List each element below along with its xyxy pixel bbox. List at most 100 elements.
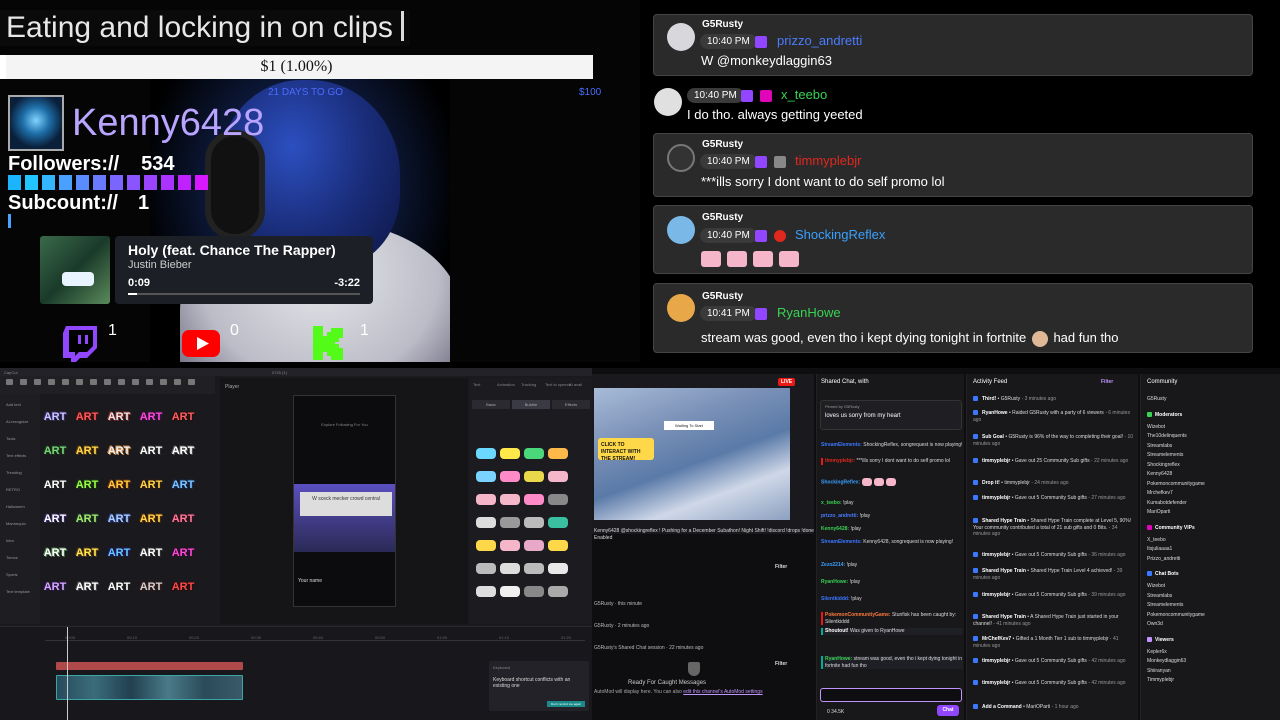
- text-preset-tile[interactable]: ART: [42, 406, 68, 428]
- community-user[interactable]: Own3d: [1147, 621, 1163, 627]
- chat-line-username[interactable]: ShockingReflex:: [821, 479, 860, 485]
- sidebar-item[interactable]: Intro: [6, 538, 14, 543]
- activity-feed-item[interactable]: timmyplebjr • Gave out 5 Community Sub g…: [973, 552, 1133, 559]
- filter-button[interactable]: Filter: [775, 564, 787, 570]
- text-preset-tile[interactable]: ART: [138, 474, 164, 496]
- tool-icon[interactable]: [132, 379, 139, 385]
- text-preset-tile[interactable]: ART: [170, 440, 196, 462]
- text-preset-tile[interactable]: ART: [138, 406, 164, 428]
- sticker-tile[interactable]: [524, 540, 544, 551]
- feed-filter-button[interactable]: Filter: [1101, 379, 1113, 385]
- text-track-clip[interactable]: [56, 662, 243, 670]
- community-user[interactable]: The10delinquents: [1147, 433, 1187, 439]
- community-user[interactable]: Streamlabs: [1147, 593, 1172, 599]
- tool-icon[interactable]: [118, 379, 125, 385]
- sticker-tile[interactable]: [476, 494, 496, 505]
- text-preset-tile[interactable]: ART: [74, 474, 100, 496]
- tool-icon[interactable]: [104, 379, 111, 385]
- tool-icon[interactable]: [188, 379, 195, 385]
- sidebar-item[interactable]: Sports: [6, 572, 18, 577]
- sidebar-item[interactable]: Trending: [6, 470, 22, 475]
- community-section-header[interactable]: Viewers: [1147, 637, 1174, 643]
- community-user[interactable]: MariOparti: [1147, 509, 1170, 515]
- activity-feed-item[interactable]: timmyplebjr • Gave out 5 Community Sub g…: [973, 495, 1133, 502]
- filter-button[interactable]: Filter: [775, 661, 787, 667]
- sticker-tile[interactable]: [476, 563, 496, 574]
- community-user[interactable]: G5Rusty: [1147, 396, 1166, 402]
- tool-icon[interactable]: [160, 379, 167, 385]
- text-preset-tile[interactable]: ART: [106, 576, 132, 598]
- text-preset-tile[interactable]: ART: [138, 576, 164, 598]
- tool-icon[interactable]: [62, 379, 69, 385]
- sidebar-item[interactable]: RETRO: [6, 487, 20, 492]
- sidebar-item[interactable]: Add text: [6, 402, 21, 407]
- sticker-tile[interactable]: [500, 540, 520, 551]
- panel-subtab[interactable]: Basic: [472, 400, 510, 409]
- sticker-tile[interactable]: [500, 448, 520, 459]
- chat-line-username[interactable]: timmyplebjr:: [825, 458, 855, 464]
- activity-feed-item[interactable]: Third! • G5Rusty · 3 minutes ago: [973, 396, 1133, 403]
- sticker-tile[interactable]: [548, 494, 568, 505]
- chat-line-username[interactable]: PokemonCommunityGame:: [825, 612, 891, 618]
- sticker-tile[interactable]: [476, 471, 496, 482]
- tool-icon[interactable]: [76, 379, 83, 385]
- sticker-tile[interactable]: [548, 517, 568, 528]
- tool-icon[interactable]: [20, 379, 27, 385]
- sticker-tile[interactable]: [548, 563, 568, 574]
- sticker-tile[interactable]: [500, 494, 520, 505]
- panel-tab[interactable]: Text to speech: [545, 382, 571, 387]
- dont-remind-button[interactable]: Don't remind me again: [547, 701, 585, 707]
- community-user[interactable]: Wizebot: [1147, 583, 1165, 589]
- chat-line-username[interactable]: RyanHowe:: [821, 579, 848, 585]
- activity-feed-item[interactable]: Shared Hype Train • A Shared Hype Train …: [973, 614, 1133, 627]
- activity-feed-item[interactable]: timmyplebjr • Gave out 5 Community Sub g…: [973, 592, 1133, 599]
- text-preset-tile[interactable]: ART: [42, 508, 68, 530]
- sticker-tile[interactable]: [524, 586, 544, 597]
- chat-input[interactable]: [820, 688, 962, 702]
- sticker-tile[interactable]: [500, 471, 520, 482]
- text-preset-tile[interactable]: ART: [138, 542, 164, 564]
- sticker-tile[interactable]: [548, 471, 568, 482]
- sticker-tile[interactable]: [548, 448, 568, 459]
- text-preset-tile[interactable]: ART: [106, 474, 132, 496]
- community-section-header[interactable]: Community VIPs: [1147, 525, 1195, 531]
- tool-icon[interactable]: [48, 379, 55, 385]
- community-user[interactable]: Shiiranyan: [1147, 668, 1171, 674]
- panel-tab[interactable]: AI avail: [569, 382, 582, 387]
- sticker-tile[interactable]: [500, 517, 520, 528]
- activity-feed-item[interactable]: Shared Hype Train • Shared Hype Train co…: [973, 518, 1133, 538]
- text-preset-tile[interactable]: ART: [170, 474, 196, 496]
- chat-line-username[interactable]: RyanHowe:: [825, 656, 852, 662]
- panel-subtab[interactable]: Bubble: [512, 400, 550, 409]
- text-preset-tile[interactable]: ART: [42, 440, 68, 462]
- automod-settings-link[interactable]: edit this channel's AutoMod settings: [683, 689, 762, 695]
- community-user[interactable]: Itsjuliaaaa1: [1147, 546, 1172, 552]
- text-preset-tile[interactable]: ART: [138, 440, 164, 462]
- chat-line-username[interactable]: Zezo2214:: [821, 562, 845, 568]
- community-user[interactable]: Kepler6x: [1147, 649, 1167, 655]
- video-track-clip[interactable]: [56, 675, 243, 700]
- chat-line-username[interactable]: StreamElements:: [821, 442, 862, 448]
- chat-send-button[interactable]: Chat: [937, 705, 959, 716]
- text-preset-tile[interactable]: ART: [170, 406, 196, 428]
- text-preset-tile[interactable]: ART: [74, 542, 100, 564]
- sticker-tile[interactable]: [476, 517, 496, 528]
- text-preset-tile[interactable]: ART: [42, 474, 68, 496]
- tool-icon[interactable]: [146, 379, 153, 385]
- sidebar-item[interactable]: Text effects: [6, 453, 26, 458]
- panel-tab[interactable]: Text: [473, 382, 480, 387]
- text-preset-tile[interactable]: ART: [42, 576, 68, 598]
- text-preset-tile[interactable]: ART: [74, 508, 100, 530]
- activity-feed-item[interactable]: timmyplebjr • Gave out 5 Community Sub g…: [973, 680, 1133, 687]
- text-preset-tile[interactable]: ART: [74, 576, 100, 598]
- text-preset-tile[interactable]: ART: [170, 576, 196, 598]
- sticker-tile[interactable]: [548, 540, 568, 551]
- community-user[interactable]: Shockingreflex: [1147, 462, 1180, 468]
- community-user[interactable]: Wizebot: [1147, 424, 1165, 430]
- text-preset-tile[interactable]: ART: [106, 542, 132, 564]
- community-section-header[interactable]: Chat Bots: [1147, 571, 1179, 577]
- caption-text[interactable]: W sceck mecker crowd central: [300, 492, 392, 516]
- community-user[interactable]: Streamelements: [1147, 452, 1183, 458]
- community-user[interactable]: Prizzo_andretti: [1147, 556, 1180, 562]
- activity-feed-item[interactable]: Sub Goal • G5Rusty is 96% of the way to …: [973, 434, 1133, 447]
